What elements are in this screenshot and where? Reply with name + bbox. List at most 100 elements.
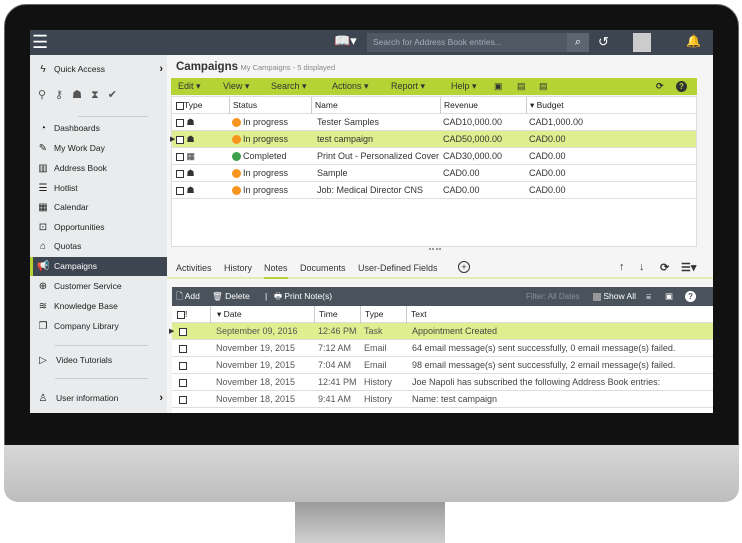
row-checkbox[interactable]: ☗ (176, 182, 195, 199)
search-icon[interactable]: ⌕ (567, 33, 589, 52)
filter-label[interactable]: Filter: All Dates (526, 287, 580, 306)
avatar[interactable] (633, 33, 651, 52)
refresh-icon[interactable]: ⟳ (660, 261, 669, 274)
excel-icon[interactable]: ▤ (517, 78, 526, 95)
table-row[interactable]: November 18, 2015 12:41 PM History Joe N… (172, 374, 713, 391)
row-checkbox[interactable]: ☗ (176, 131, 195, 148)
filter-icon[interactable]: ⩸ (646, 287, 651, 306)
address-book-icon[interactable]: 📖▾ (334, 33, 357, 49)
sidebar-item-quotas[interactable]: ⌂ Quotas (30, 237, 167, 256)
column-text[interactable]: Text (406, 306, 427, 323)
table-row[interactable]: November 19, 2015 7:04 AM Email 98 email… (172, 357, 713, 374)
sidebar-item-label: User information (56, 393, 119, 403)
row-checkbox[interactable] (179, 340, 187, 357)
date-cell: November 19, 2015 (216, 343, 296, 353)
arrow-down-icon[interactable]: ↓ (639, 261, 645, 273)
table-row[interactable]: November 19, 2015 7:12 AM Email 64 email… (172, 340, 713, 357)
table-row[interactable]: ☗ In progress Sample CAD0.00 CAD0.00 (172, 165, 696, 182)
sidebar-item-dashboards[interactable]: ◔ Dashboards (30, 119, 167, 138)
splitter-handle[interactable] (429, 248, 441, 250)
edit-icon: ✎ (38, 143, 48, 154)
tab-activities[interactable]: Activities (176, 263, 212, 273)
refresh-icon[interactable]: ⟳ (656, 78, 664, 95)
sidebar-item-quick-access[interactable]: ϟ Quick Access › (30, 60, 167, 79)
layout-icon[interactable]: ☰▾ (681, 261, 696, 274)
sidebar-item-hotlist[interactable]: ☰ Hotlist (30, 179, 167, 198)
sidebar-item-user-information[interactable]: ♙ User information › (30, 389, 167, 408)
hamburger-menu-icon[interactable]: ☰ (32, 32, 48, 52)
show-all-checkbox[interactable]: Show All (593, 287, 636, 306)
table-row[interactable]: ▦ Completed Print Out - Personalized Cov… (172, 148, 696, 165)
row-checkbox[interactable]: ▦ (176, 148, 195, 165)
name-cell: Print Out - Personalized Cover (317, 151, 440, 161)
column-type[interactable]: Type (360, 306, 383, 323)
add-note-button[interactable]: 🗋 Add (176, 287, 200, 306)
column-status[interactable]: Status (229, 97, 257, 114)
app-screen: ☰ 📖▾ Search for Address Book entries... … (30, 30, 713, 413)
add-tab-icon[interactable]: + (458, 261, 470, 273)
in-progress-icon (232, 186, 241, 196)
help-icon[interactable]: ? (685, 291, 696, 302)
search-input[interactable]: Search for Address Book entries... (367, 33, 567, 52)
row-checkbox[interactable] (179, 323, 187, 340)
bell-icon[interactable]: 🔔 (686, 34, 701, 48)
current-row-marker-icon: ▶ (170, 136, 176, 143)
delete-note-button[interactable]: 🗑 Delete (212, 287, 250, 306)
table-row[interactable]: ☗ In progress Tester Samples CAD10,000.0… (172, 114, 696, 131)
sidebar-item-my-work-day[interactable]: ✎ My Work Day (30, 139, 167, 158)
revenue-cell: CAD30,000.00 (443, 151, 503, 161)
row-checkbox[interactable]: ☗ (176, 165, 195, 182)
menu-help[interactable]: Help ▾ (451, 78, 477, 95)
row-checkbox[interactable] (179, 374, 187, 391)
date-cell: November 18, 2015 (216, 394, 296, 404)
excel-export-icon[interactable]: ▤ (539, 78, 548, 95)
table-row[interactable]: ☗ In progress Job: Medical Director CNS … (172, 182, 696, 199)
sidebar-item-customer-service[interactable]: ⊕ Customer Service (30, 277, 167, 296)
column-priority[interactable]: ! (177, 306, 187, 323)
column-budget[interactable]: ▾ Budget (526, 97, 564, 114)
sidebar-item-company-library[interactable]: ❐ Company Library (30, 317, 167, 336)
menu-view[interactable]: View ▾ (223, 78, 249, 95)
book-icon: ▥ (38, 163, 48, 174)
divider: | (265, 291, 268, 301)
menu-edit[interactable]: Edit ▾ (178, 78, 201, 95)
table-row[interactable]: ▶ September 09, 2016 12:46 PM Task Appoi… (169, 323, 713, 340)
sidebar-item-address-book[interactable]: ▥ Address Book (30, 159, 167, 178)
column-date[interactable]: ▾ Date (210, 306, 242, 323)
column-name[interactable]: Name (311, 97, 338, 114)
column-time[interactable]: Time (314, 306, 338, 323)
history-icon[interactable]: ↺ (598, 34, 609, 50)
tab-notes[interactable]: Notes (264, 263, 288, 279)
sidebar-item-knowledge-base[interactable]: ≋ Knowledge Base (30, 297, 167, 316)
sidebar-item-label: Company Library (54, 321, 119, 331)
budget-cell: CAD0.00 (529, 134, 566, 144)
row-checkbox[interactable] (179, 357, 187, 374)
column-type[interactable]: Type (176, 97, 202, 114)
play-icon: ▷ (39, 355, 47, 366)
help-icon[interactable]: ? (676, 81, 687, 92)
select-all-checkbox[interactable] (176, 101, 184, 110)
row-checkbox[interactable] (179, 391, 187, 408)
sidebar-item-calendar[interactable]: ▦ Calendar (30, 198, 167, 217)
menu-search[interactable]: Search ▾ (271, 78, 307, 95)
tab-user-defined-fields[interactable]: User-Defined Fields (358, 263, 438, 273)
table-row[interactable]: November 18, 2015 9:41 AM History Name: … (172, 391, 713, 408)
tab-documents[interactable]: Documents (300, 263, 346, 273)
preview-icon[interactable]: ▣ (665, 287, 673, 306)
menu-actions[interactable]: Actions ▾ (332, 78, 369, 95)
sidebar-item-opportunities[interactable]: ⊡ Opportunities (30, 218, 167, 237)
top-bar: ☰ 📖▾ Search for Address Book entries... … (30, 30, 713, 55)
row-checkbox[interactable]: ☗ (176, 114, 195, 131)
sidebar-item-campaigns[interactable]: 📢 Campaigns (30, 257, 167, 276)
select-all-checkbox[interactable] (177, 310, 185, 319)
sidebar-item-video-tutorials[interactable]: ▷ Video Tutorials (30, 351, 167, 370)
tab-history[interactable]: History (224, 263, 252, 273)
menu-report[interactable]: Report ▾ (391, 78, 425, 95)
table-row[interactable]: ▶ ☗ In progress test campaign CAD50,000.… (170, 131, 696, 148)
print-notes-button[interactable]: 🖶 Print Note(s) (274, 287, 332, 306)
date-cell: November 19, 2015 (216, 360, 296, 370)
export-icon[interactable]: ▣ (494, 78, 503, 95)
column-revenue[interactable]: Revenue (440, 97, 478, 114)
name-cell: Sample (317, 168, 348, 178)
arrow-up-icon[interactable]: ↑ (619, 261, 625, 273)
